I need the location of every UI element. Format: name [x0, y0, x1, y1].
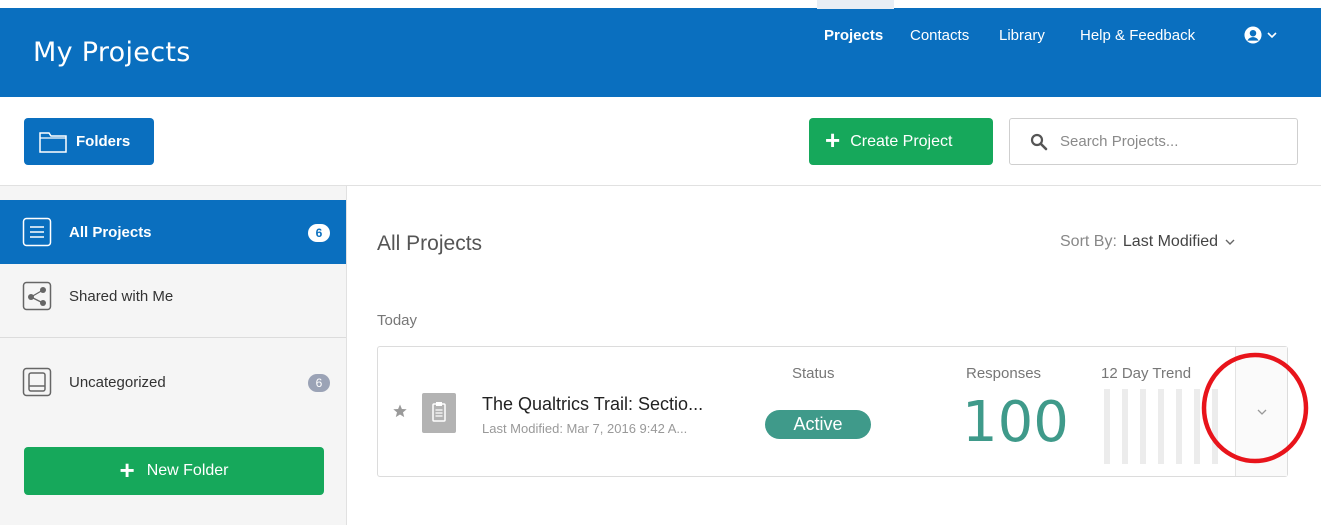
trend-bar	[1104, 389, 1110, 464]
project-card[interactable]: The Qualtrics Trail: Sectio... Last Modi…	[377, 346, 1288, 477]
sort-value: Last Modified	[1122, 233, 1219, 250]
project-last-modified: Last Modified: Mar 7, 2016 9:42 A...	[482, 421, 688, 436]
responses-count: 100	[962, 390, 1069, 455]
sort-label: Sort By:	[1060, 233, 1117, 250]
chevron-down-icon	[1225, 239, 1235, 245]
trend-bar	[1140, 389, 1146, 464]
list-icon	[22, 217, 52, 247]
active-nav-marker	[817, 0, 894, 9]
plus-icon: +	[119, 454, 135, 485]
count-badge: 6	[308, 224, 330, 242]
create-project-label: Create Project	[850, 132, 953, 150]
sidebar-divider	[0, 337, 346, 338]
new-folder-button[interactable]: + New Folder	[24, 447, 324, 495]
nav-contacts[interactable]: Contacts	[910, 27, 969, 47]
group-label: Today	[377, 312, 418, 329]
sidebar-divider-vertical	[346, 185, 347, 525]
page-title: My Projects	[33, 37, 191, 68]
folders-button-label: Folders	[76, 133, 131, 150]
user-menu[interactable]	[1244, 24, 1280, 46]
header-top-strip	[0, 0, 1321, 8]
sidebar-item-uncategorized[interactable]: Uncategorized 6	[0, 350, 346, 414]
share-icon	[22, 281, 52, 311]
count-badge: 6	[308, 374, 330, 392]
sidebar-item-shared-with-me[interactable]: Shared with Me	[0, 264, 346, 328]
chevron-down-icon	[1267, 32, 1277, 39]
sidebar-item-label: Shared with Me	[69, 287, 174, 305]
create-project-button[interactable]: + Create Project	[809, 118, 993, 165]
trend-bar	[1158, 389, 1164, 464]
inbox-icon	[22, 367, 52, 397]
status-header: Status	[792, 365, 835, 382]
top-header: My Projects Projects Contacts Library He…	[0, 0, 1321, 97]
nav-projects[interactable]: Projects	[824, 27, 883, 47]
responses-header: Responses	[966, 365, 1042, 382]
project-name[interactable]: The Qualtrics Trail: Sectio...	[482, 394, 703, 415]
search-icon	[1030, 133, 1048, 150]
trend-header: 12 Day Trend	[1101, 365, 1192, 382]
star-icon[interactable]	[392, 403, 408, 419]
sidebar-item-label: Uncategorized	[69, 373, 166, 391]
new-folder-label: New Folder	[146, 462, 229, 479]
search-box[interactable]	[1009, 118, 1298, 165]
search-input[interactable]	[1058, 132, 1282, 151]
sidebar-item-all-projects[interactable]: All Projects 6	[0, 200, 346, 264]
annotation-circle	[1201, 352, 1309, 464]
plus-icon: +	[825, 125, 841, 155]
section-title: All Projects	[377, 232, 483, 255]
status-badge: Active	[765, 410, 871, 439]
sort-dropdown[interactable]: Sort By: Last Modified	[1060, 233, 1236, 251]
nav-library[interactable]: Library	[999, 27, 1045, 47]
folders-button[interactable]: Folders	[24, 118, 154, 165]
folder-icon	[39, 131, 67, 153]
sidebar-item-label: All Projects	[69, 223, 152, 241]
survey-icon	[422, 393, 456, 433]
user-circle-icon	[1244, 26, 1262, 44]
trend-bar	[1122, 389, 1128, 464]
nav-help-feedback[interactable]: Help & Feedback	[1080, 27, 1195, 47]
trend-bar	[1176, 389, 1182, 464]
